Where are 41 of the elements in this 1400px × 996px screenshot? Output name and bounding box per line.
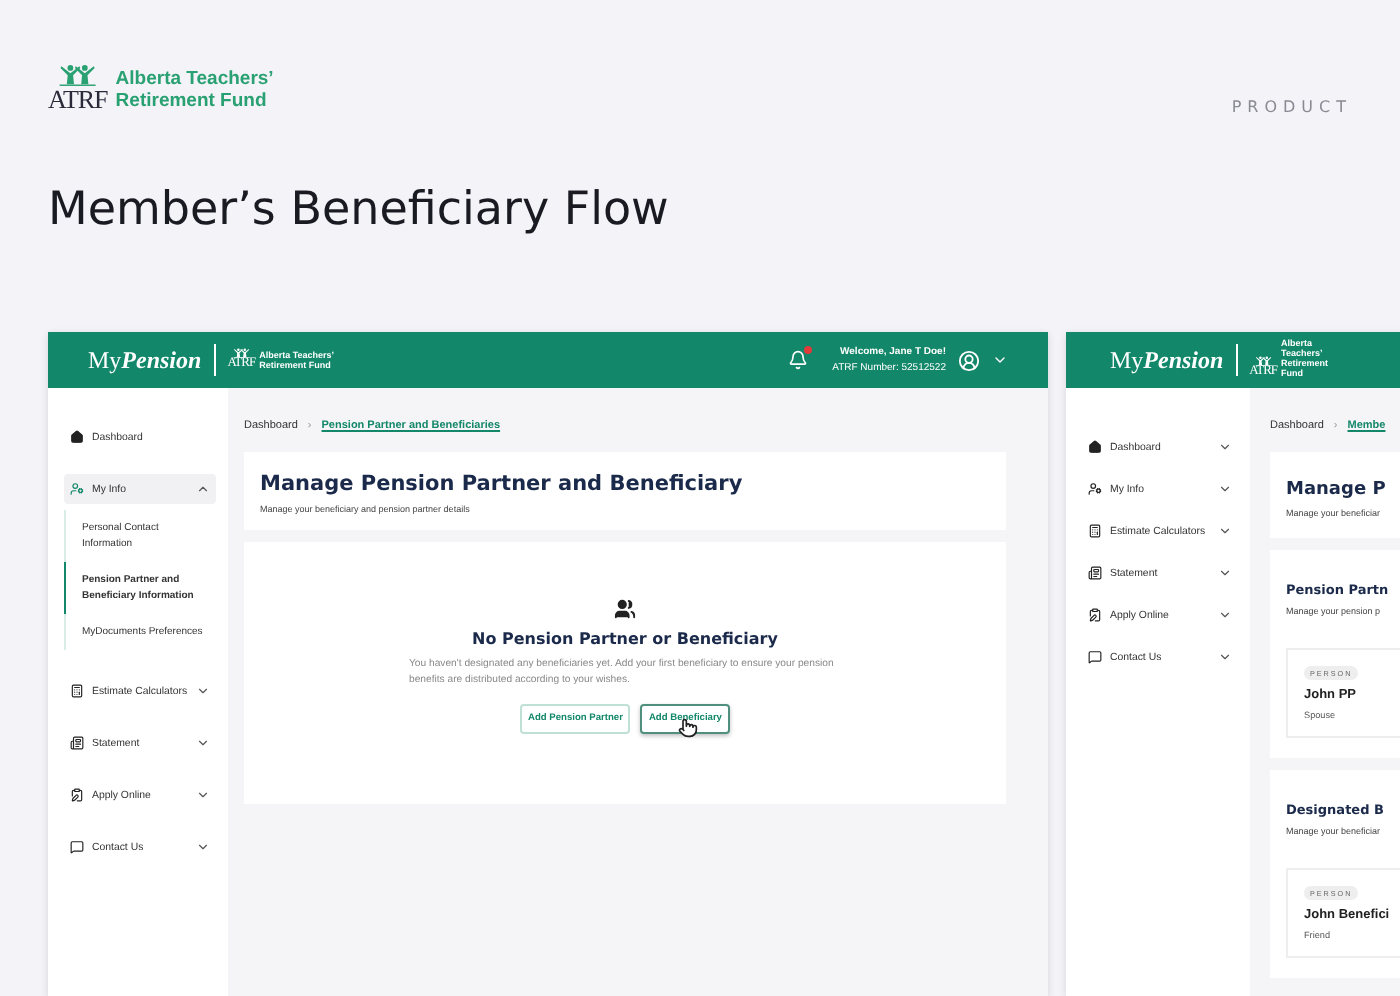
chevron-down-icon[interactable] — [196, 840, 210, 854]
people-logo-icon — [56, 64, 100, 87]
document-icon — [70, 736, 84, 750]
calculator-icon — [70, 684, 84, 698]
chat-bubble-icon — [70, 840, 84, 854]
chevron-down-icon[interactable] — [1218, 608, 1232, 622]
brand-name: Retirement Fund — [115, 91, 269, 113]
home-icon — [70, 430, 84, 444]
chevron-down-icon[interactable] — [1218, 440, 1232, 454]
notification-dot — [804, 346, 813, 354]
clipboard-pen-icon — [1088, 608, 1102, 622]
person-gear-icon — [70, 482, 84, 496]
chat-bubble-icon — [1088, 650, 1102, 664]
page-title: Manage P — [1286, 480, 1388, 500]
page-title: Manage Pension Partner and Beneficiary — [260, 472, 745, 496]
people-logo-icon — [231, 348, 251, 359]
chevron-down-icon[interactable] — [1218, 566, 1232, 580]
empty-state-title: No Pension Partner or Beneficiary — [472, 630, 778, 648]
clipboard-pen-icon — [70, 788, 84, 802]
home-icon — [1088, 440, 1102, 454]
brand-mark: ATRF — [48, 86, 108, 113]
category-label: PRODUCT — [1231, 98, 1352, 116]
app-name: MyPension — [88, 345, 202, 375]
chevron-down-icon[interactable] — [1218, 650, 1232, 664]
chevron-down-icon[interactable] — [1218, 524, 1232, 538]
chevron-up-icon[interactable] — [196, 482, 210, 496]
chevron-down-icon[interactable] — [1218, 482, 1232, 496]
calculator-icon — [1088, 524, 1102, 538]
chevron-down-icon[interactable] — [992, 352, 1008, 368]
people-logo-icon — [1253, 356, 1273, 367]
app-name: MyPension — [1110, 345, 1224, 375]
brand-name: Alberta Teachers’ — [115, 70, 274, 92]
people-icon — [614, 598, 636, 620]
chevron-down-icon[interactable] — [196, 684, 210, 698]
user-avatar-icon[interactable] — [958, 349, 980, 371]
chevron-down-icon[interactable] — [196, 736, 210, 750]
document-icon — [1088, 566, 1102, 580]
person-gear-icon — [1088, 482, 1102, 496]
chevron-down-icon[interactable] — [196, 788, 210, 802]
notification-icon[interactable] — [788, 350, 809, 370]
page-heading: Member’s Beneficiary Flow — [48, 184, 671, 236]
